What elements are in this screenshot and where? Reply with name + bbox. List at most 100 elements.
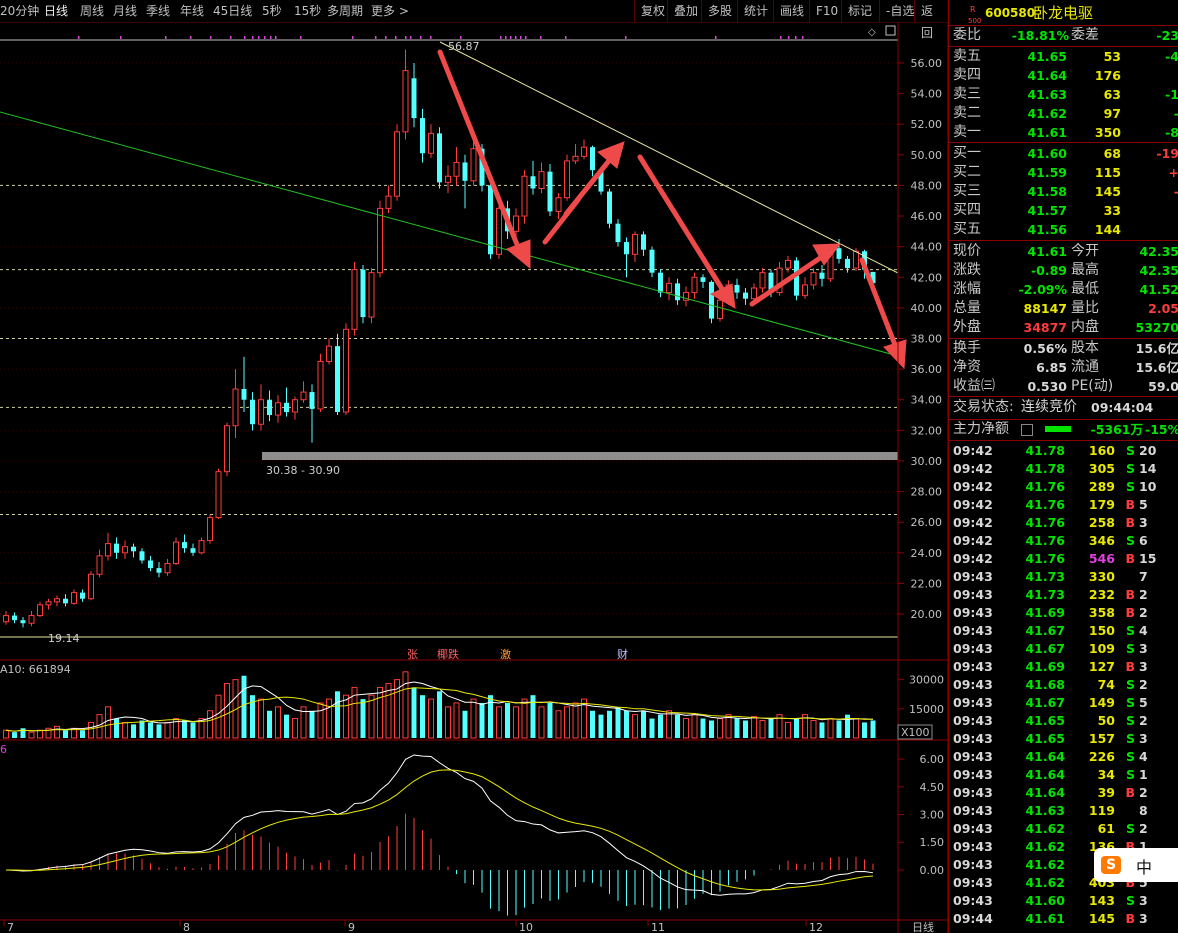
volume-scale-label: X100	[901, 726, 930, 739]
main-flow-toggle-icon[interactable]	[1021, 424, 1033, 436]
stock-code: 600580	[985, 6, 1036, 20]
stat-row: 收益㈢ 0.530 PE(动) 59.0	[949, 377, 1178, 396]
volume-bar	[734, 718, 740, 738]
stats-button[interactable]: 统计	[737, 0, 774, 22]
candle-body-down	[20, 620, 26, 624]
support-trendline	[0, 111, 899, 357]
tick-price: 41.78	[1025, 443, 1065, 458]
tick-volume: 74	[1097, 677, 1115, 692]
period-weekly-tab[interactable]: 周线	[80, 0, 104, 22]
tick-direction: B	[1125, 659, 1135, 674]
chart-area[interactable]: 56.87 19.14 30.38 - 30.90 张 椰跌 激 财 ◇ 56.…	[0, 22, 948, 933]
volume-bar	[343, 694, 349, 739]
adjust-button[interactable]: 复权	[634, 0, 671, 22]
tick-direction: B	[1125, 911, 1135, 926]
more-periods-button[interactable]: 更多 >	[371, 0, 409, 22]
period-20min-tab[interactable]: 20分钟	[0, 0, 39, 22]
volume-bar	[785, 721, 791, 739]
period-quarterly-tab[interactable]: 季线	[146, 0, 170, 22]
mark-button[interactable]: 标记	[841, 0, 878, 22]
tick-row: 09:43 41.65 50 S 2	[949, 712, 1178, 730]
volume-tick-label: 15000	[909, 703, 944, 716]
event-tag-ji[interactable]: 激	[500, 647, 511, 661]
candle-body-up	[45, 601, 52, 606]
period-5sec-tab[interactable]: 5秒	[262, 0, 282, 22]
ask-volume: 176	[1094, 68, 1121, 83]
event-tag-cai[interactable]: 财	[617, 647, 628, 661]
candle-body-up	[581, 146, 587, 157]
volume-bar	[420, 695, 425, 738]
tick-price: 41.62	[1025, 857, 1065, 872]
tick-row: 09:42 41.78 160 S 20	[949, 442, 1178, 460]
stat-row: 现价 41.61 今开 42.35	[949, 242, 1178, 261]
period-monthly-tab[interactable]: 月线	[113, 0, 137, 22]
tick-price: 41.62	[1025, 821, 1065, 836]
tick-volume: 61	[1097, 821, 1115, 836]
tick-price: 41.76	[1025, 515, 1065, 530]
candle-body-down	[267, 399, 272, 416]
candle-body-up	[632, 233, 638, 255]
tick-price: 41.67	[1025, 623, 1065, 638]
kline-chart-svg[interactable]: 56.87 19.14 30.38 - 30.90 张 椰跌 激 财 ◇ 56.…	[0, 22, 948, 933]
tick-direction: S	[1125, 767, 1135, 782]
tick-volume: 330	[1088, 569, 1115, 584]
f10-button[interactable]: F10	[809, 0, 844, 22]
period-multi-tab[interactable]: 多周期	[327, 0, 363, 22]
price-tick-label: 38.00	[911, 333, 943, 346]
tick-direction: S	[1125, 893, 1135, 908]
price-tick-label: 48.00	[911, 179, 943, 192]
tick-row: 09:43 41.64 39 B 2	[949, 784, 1178, 802]
tick-direction: B	[1125, 515, 1135, 530]
tick-direction: S	[1125, 641, 1135, 656]
stat-label: 最高	[1071, 262, 1099, 278]
tick-count: 3	[1139, 515, 1148, 530]
price-tick-label: 54.00	[911, 88, 943, 101]
event-marker	[190, 36, 192, 39]
tick-direction: S	[1125, 749, 1135, 764]
volume-bar	[725, 714, 732, 739]
tick-time: 09:42	[953, 551, 993, 566]
period-15sec-tab[interactable]: 15秒	[294, 0, 321, 22]
overlay-button[interactable]: 叠加	[667, 0, 704, 22]
period-daily-tab[interactable]: 日线	[44, 0, 68, 22]
event-tag-jidie[interactable]: 椰跌	[437, 647, 459, 661]
multi-stock-button[interactable]: 多股	[701, 0, 738, 22]
candle-body-up	[224, 425, 230, 473]
weicha-value: -23	[1156, 28, 1178, 43]
maximize-icon[interactable]	[885, 25, 896, 36]
bid-volume: 68	[1103, 146, 1121, 161]
stat-label: 现价	[953, 243, 981, 259]
tick-time: 09:43	[953, 641, 993, 656]
back-button[interactable]: 返回	[914, 0, 948, 40]
stat-value: -2.09%	[1018, 282, 1067, 297]
candle-body-down	[743, 292, 748, 299]
diamond-icon[interactable]: ◇	[868, 27, 876, 38]
event-tag-zhang[interactable]: 张	[407, 648, 418, 661]
tick-row: 09:43 41.62 61 S 2	[949, 820, 1178, 838]
bid-volume: 33	[1103, 203, 1121, 218]
period-45day-tab[interactable]: 45日线	[213, 0, 252, 22]
ask-price: 41.61	[1027, 125, 1067, 140]
ask-volume: 350	[1094, 125, 1121, 140]
tick-direction: B	[1125, 605, 1135, 620]
candle-body-up	[198, 540, 205, 554]
stat-value: 88147	[1023, 301, 1068, 316]
bid-volume: 145	[1094, 184, 1121, 199]
price-tick-label: 42.00	[911, 271, 943, 284]
draw-line-button[interactable]: 画线	[773, 0, 810, 22]
ask-change: -8	[1165, 125, 1178, 140]
tick-price: 41.61	[1025, 911, 1065, 926]
ask-row: 卖二 41.62 97 -	[949, 104, 1178, 123]
tick-direction: B	[1125, 551, 1135, 566]
period-yearly-tab[interactable]: 年线	[180, 0, 204, 22]
tick-price: 41.60	[1025, 893, 1065, 908]
floating-widget[interactable]: S 中	[1094, 848, 1178, 882]
candle-body-down	[182, 542, 187, 549]
tick-time: 09:43	[953, 821, 993, 836]
volume-bars	[3, 671, 876, 739]
tick-count: 20	[1139, 443, 1157, 458]
period-label: 日线	[912, 920, 934, 933]
trade-time: 09:44:04	[1091, 400, 1154, 415]
event-marker	[540, 36, 542, 39]
price-tick-label: 20.00	[911, 608, 943, 621]
